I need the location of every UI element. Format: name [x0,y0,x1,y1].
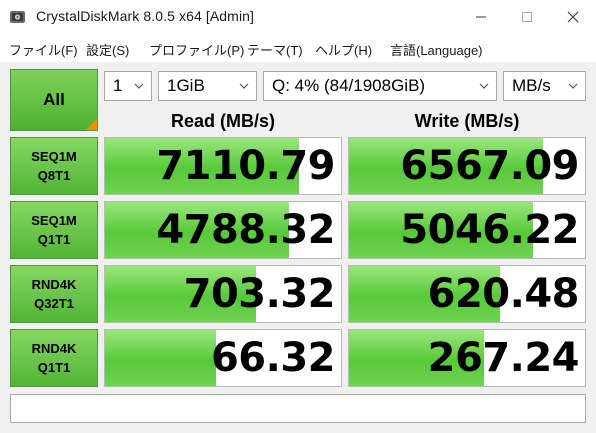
run-all-button[interactable]: All [10,69,98,131]
test-name: RND4K [31,341,77,356]
test-button-seq1m-q8t1[interactable]: SEQ1M Q8T1 [10,137,98,195]
test-size-value: 1GiB [167,76,205,95]
maximize-button[interactable] [504,0,550,34]
test-params: Q1T1 [37,360,71,375]
read-result-cell: 66.32 [104,329,342,387]
chevron-down-icon [239,83,249,89]
corner-indicator [86,119,97,130]
read-column-header: Read (MB/s) [170,111,275,131]
test-params: Q1T1 [37,232,71,247]
unit-select[interactable]: MB/s [503,71,586,101]
test-size-select[interactable]: 1GiB [158,71,257,101]
test-button-rnd4k-q32t1[interactable]: RND4K Q32T1 [10,265,98,323]
menu-file[interactable]: ファイル(F) [9,40,78,59]
unit-value: MB/s [512,76,551,95]
test-button-rnd4k-q1t1[interactable]: RND4K Q1T1 [10,329,98,387]
test-button-seq1m-q1t1[interactable]: SEQ1M Q1T1 [10,201,98,259]
write-result-value: 6567.09 [400,143,579,189]
minimize-button[interactable] [458,0,504,34]
crystaldiskmark-app-icon [10,11,25,23]
comment-input[interactable] [10,394,586,423]
write-result-value: 5046.22 [400,207,579,253]
test-count-select[interactable]: 1 [104,71,152,101]
maximize-icon [522,12,532,22]
test-name: SEQ1M [31,213,77,228]
drive-value: Q: 4% (84/1908GiB) [272,76,426,95]
write-result-value: 620.48 [427,271,580,317]
window-title: CrystalDiskMark 8.0.5 x64 [Admin] [36,8,255,24]
close-button[interactable] [550,0,596,34]
close-icon [567,11,579,23]
chevron-down-icon [568,83,578,89]
test-name: RND4K [31,277,77,292]
read-result-value: 7110.79 [156,143,335,189]
drive-select[interactable]: Q: 4% (84/1908GiB) [263,71,497,101]
read-result-cell: 7110.79 [104,137,342,195]
write-result-value: 267.24 [427,335,580,381]
write-result-cell: 5046.22 [348,201,586,259]
write-result-cell: 267.24 [348,329,586,387]
test-count-value: 1 [113,76,123,95]
read-result-bar [105,330,216,386]
read-result-value: 4788.32 [156,207,335,253]
test-params: Q32T1 [34,296,74,311]
menu-help[interactable]: ヘルプ(H) [315,40,372,59]
test-params: Q8T1 [37,168,71,183]
write-column-header: Write (MB/s) [414,111,520,131]
menu-language[interactable]: 言語(Language) [390,40,483,59]
chevron-down-icon [479,83,489,89]
menu-bar: ファイル(F) 設定(S) プロファイル(P) テーマ(T) ヘルプ(H) 言語… [0,36,596,60]
chevron-down-icon [134,83,144,89]
write-result-cell: 620.48 [348,265,586,323]
menu-settings[interactable]: 設定(S) [86,40,129,59]
read-result-value: 703.32 [183,271,336,317]
read-result-cell: 703.32 [104,265,342,323]
menu-profile[interactable]: プロファイル(P) [149,40,244,59]
run-all-label: All [43,90,65,109]
minimize-icon [476,16,486,18]
read-result-cell: 4788.32 [104,201,342,259]
read-result-value: 66.32 [210,335,336,381]
test-name: SEQ1M [31,149,77,164]
write-result-cell: 6567.09 [348,137,586,195]
menu-theme[interactable]: テーマ(T) [247,40,303,59]
title-bar: CrystalDiskMark 8.0.5 x64 [Admin] [0,0,596,34]
